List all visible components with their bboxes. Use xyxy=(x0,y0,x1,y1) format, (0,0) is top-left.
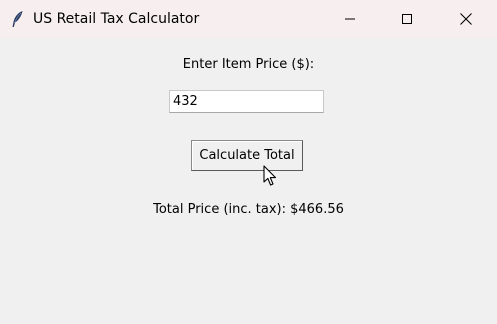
feather-icon xyxy=(10,10,24,28)
title-bar[interactable]: US Retail Tax Calculator xyxy=(0,0,497,38)
minimize-icon xyxy=(345,18,355,20)
total-price-result: Total Price (inc. tax): $466.56 xyxy=(153,202,344,217)
app-window: US Retail Tax Calculator Enter Item Pric… xyxy=(0,0,497,324)
close-button[interactable] xyxy=(443,0,489,38)
price-label: Enter Item Price ($): xyxy=(182,57,315,72)
mouse-pointer-icon xyxy=(263,165,277,187)
close-icon xyxy=(460,13,472,25)
price-input[interactable] xyxy=(169,90,324,113)
calculate-total-button[interactable]: Calculate Total xyxy=(191,140,303,171)
maximize-icon xyxy=(402,14,412,24)
window-title: US Retail Tax Calculator xyxy=(33,11,200,27)
maximize-button[interactable] xyxy=(384,0,430,38)
minimize-button[interactable] xyxy=(327,0,373,38)
